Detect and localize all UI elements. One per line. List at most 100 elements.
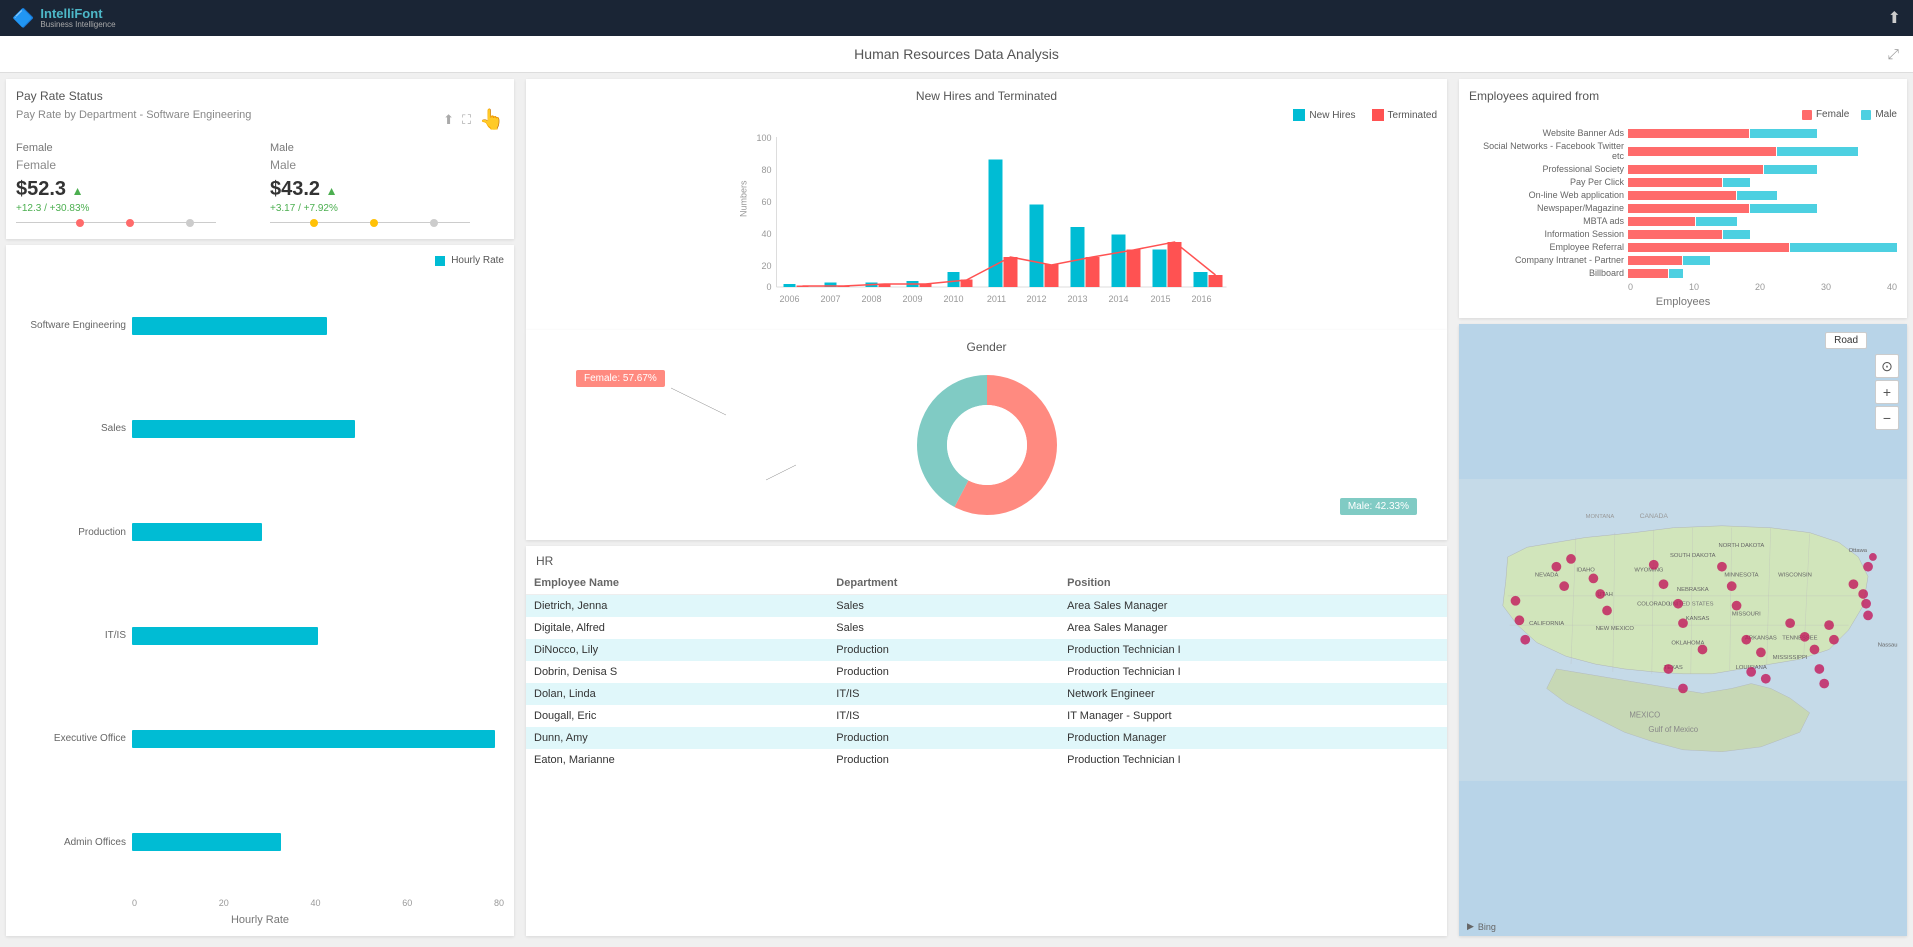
svg-text:20: 20 — [761, 261, 771, 271]
hourly-bar-row: Sales — [16, 420, 504, 438]
hourly-bar-row: IT/IS — [16, 627, 504, 645]
gender-donut-svg — [912, 370, 1062, 520]
svg-text:Numbers: Numbers — [739, 180, 749, 217]
expand-icon[interactable]: ⤢ — [1888, 46, 1899, 63]
svg-text:Ottawa: Ottawa — [1849, 548, 1868, 554]
svg-text:MISSISSIPPI: MISSISSIPPI — [1773, 655, 1808, 661]
zoom-in-button[interactable]: + — [1875, 380, 1899, 404]
bar-label: Sales — [16, 423, 126, 434]
acquired-row: MBTA ads — [1469, 216, 1897, 226]
acquired-row: Social Networks - Facebook Twitter etc — [1469, 141, 1897, 161]
hr-panel-title: HR — [526, 546, 1447, 572]
female-bar — [1628, 204, 1749, 213]
source-label: Professional Society — [1469, 164, 1624, 174]
zoom-out-button[interactable]: − — [1875, 406, 1899, 430]
gender-panel: Gender Female: 57.67% — [526, 330, 1447, 540]
male-change: +3.17 / +7.92% — [270, 203, 504, 214]
svg-text:60: 60 — [761, 197, 771, 207]
female-bar — [1628, 165, 1763, 174]
hourly-legend-label: Hourly Rate — [451, 255, 504, 266]
acquired-row: Employee Referral — [1469, 242, 1897, 252]
male-slider-dot-mid[interactable] — [370, 219, 378, 227]
employee-name: Dobrin, Denisa S — [526, 661, 828, 683]
employee-name: Dolan, Linda — [526, 683, 828, 705]
share-icon[interactable]: ⬆ — [443, 112, 454, 128]
gender-chart-container: Female: 57.67% Male: 42.3 — [536, 360, 1437, 530]
table-row: Eaton, Marianne Production Production Te… — [526, 749, 1447, 771]
bar-track — [132, 420, 504, 438]
female-bar — [1628, 269, 1668, 278]
female-bar — [1628, 178, 1722, 187]
new-hires-legend: New Hires — [1293, 109, 1355, 121]
male-slider-dot-right[interactable] — [430, 219, 438, 227]
svg-text:80: 80 — [761, 165, 771, 175]
svg-text:40: 40 — [761, 229, 771, 239]
us-map-svg: Gulf of Mexico NEVADA CALIFORNIA IDAHO U… — [1459, 324, 1907, 936]
male-slider-dot-left[interactable] — [310, 219, 318, 227]
svg-text:0: 0 — [766, 282, 771, 292]
source-bars — [1628, 178, 1897, 187]
female-bar — [1628, 129, 1749, 138]
source-label: Website Banner Ads — [1469, 128, 1624, 138]
employee-name: Eaton, Marianne — [526, 749, 828, 771]
svg-text:WISCONSIN: WISCONSIN — [1778, 572, 1812, 578]
bar-fill — [132, 420, 355, 438]
hires-panel: New Hires and Terminated New Hires Termi… — [526, 79, 1447, 330]
male-legend-item: Male — [1861, 109, 1897, 120]
source-bars — [1628, 147, 1897, 156]
female-legend-item: Female — [1802, 109, 1849, 120]
bing-label: ▶ Bing — [1467, 921, 1496, 932]
nav-export-icon[interactable]: ⬆ — [1888, 8, 1901, 28]
acquired-row: Pay Per Click — [1469, 177, 1897, 187]
col-department: Department — [828, 572, 1059, 595]
hr-table-header: Employee Name Department Position — [526, 572, 1447, 595]
acquired-legend: Female Male — [1469, 109, 1897, 120]
female-gender: Female — [16, 158, 250, 172]
right-column: Employees aquired from Female Male Websi… — [1453, 73, 1913, 942]
road-button[interactable]: Road — [1825, 332, 1867, 349]
svg-text:COLORADO: COLORADO — [1637, 602, 1671, 608]
svg-text:100: 100 — [756, 133, 771, 143]
pay-rate-header: Pay Rate by Department - Software Engine… — [16, 107, 504, 132]
department: Production — [828, 639, 1059, 661]
source-label: Billboard — [1469, 268, 1624, 278]
source-label: Information Session — [1469, 229, 1624, 239]
cursor-icon[interactable]: 👆 — [479, 107, 504, 132]
male-amount: $43.2 ▲ — [270, 178, 504, 201]
female-slider-dot-left[interactable] — [76, 219, 84, 227]
svg-text:Nassau: Nassau — [1878, 643, 1898, 649]
male-bar — [1777, 147, 1858, 156]
svg-text:NEVADA: NEVADA — [1535, 572, 1559, 578]
x-axis-label: 60 — [402, 898, 412, 908]
female-slider-dot-mid[interactable] — [126, 219, 134, 227]
source-label: MBTA ads — [1469, 216, 1624, 226]
position: Network Engineer — [1059, 683, 1447, 705]
center-column: New Hires and Terminated New Hires Termi… — [520, 73, 1453, 942]
terminated-legend: Terminated — [1372, 109, 1437, 121]
svg-text:2010: 2010 — [943, 294, 963, 304]
svg-text:MINNESOTA: MINNESOTA — [1724, 572, 1758, 578]
locate-button[interactable]: ⊙ — [1875, 354, 1899, 378]
expand-chart-icon[interactable]: ⛶ — [462, 112, 471, 128]
bar-label: IT/IS — [16, 630, 126, 641]
hourly-bar-row: Software Engineering — [16, 317, 504, 335]
male-bar — [1723, 230, 1750, 239]
female-bar — [1628, 256, 1682, 265]
bar-label: Admin Offices — [16, 837, 126, 848]
acquired-row: Billboard — [1469, 268, 1897, 278]
position: IT Manager - Support — [1059, 705, 1447, 727]
male-pct-label: Male: 42.33% — [1340, 498, 1417, 515]
pay-rate-subtitle: Pay Rate by Department - Software Engine… — [16, 109, 251, 121]
logo-icon: 🔷 — [12, 8, 34, 29]
position: Area Sales Manager — [1059, 595, 1447, 618]
male-bar — [1696, 217, 1736, 226]
hr-table-body: Dietrich, Jenna Sales Area Sales Manager… — [526, 595, 1447, 772]
bar-fill — [132, 627, 318, 645]
pay-rate-panel: Pay Rate Status Pay Rate by Department -… — [6, 79, 514, 239]
hr-table-scroll[interactable]: Employee Name Department Position Dietri… — [526, 572, 1447, 936]
hourly-x-axis: 020406080 — [16, 898, 504, 908]
hourly-bar-row: Production — [16, 523, 504, 541]
hires-legend: New Hires Terminated — [536, 109, 1437, 121]
female-slider-dot-right[interactable] — [186, 219, 194, 227]
male-bar — [1764, 165, 1818, 174]
